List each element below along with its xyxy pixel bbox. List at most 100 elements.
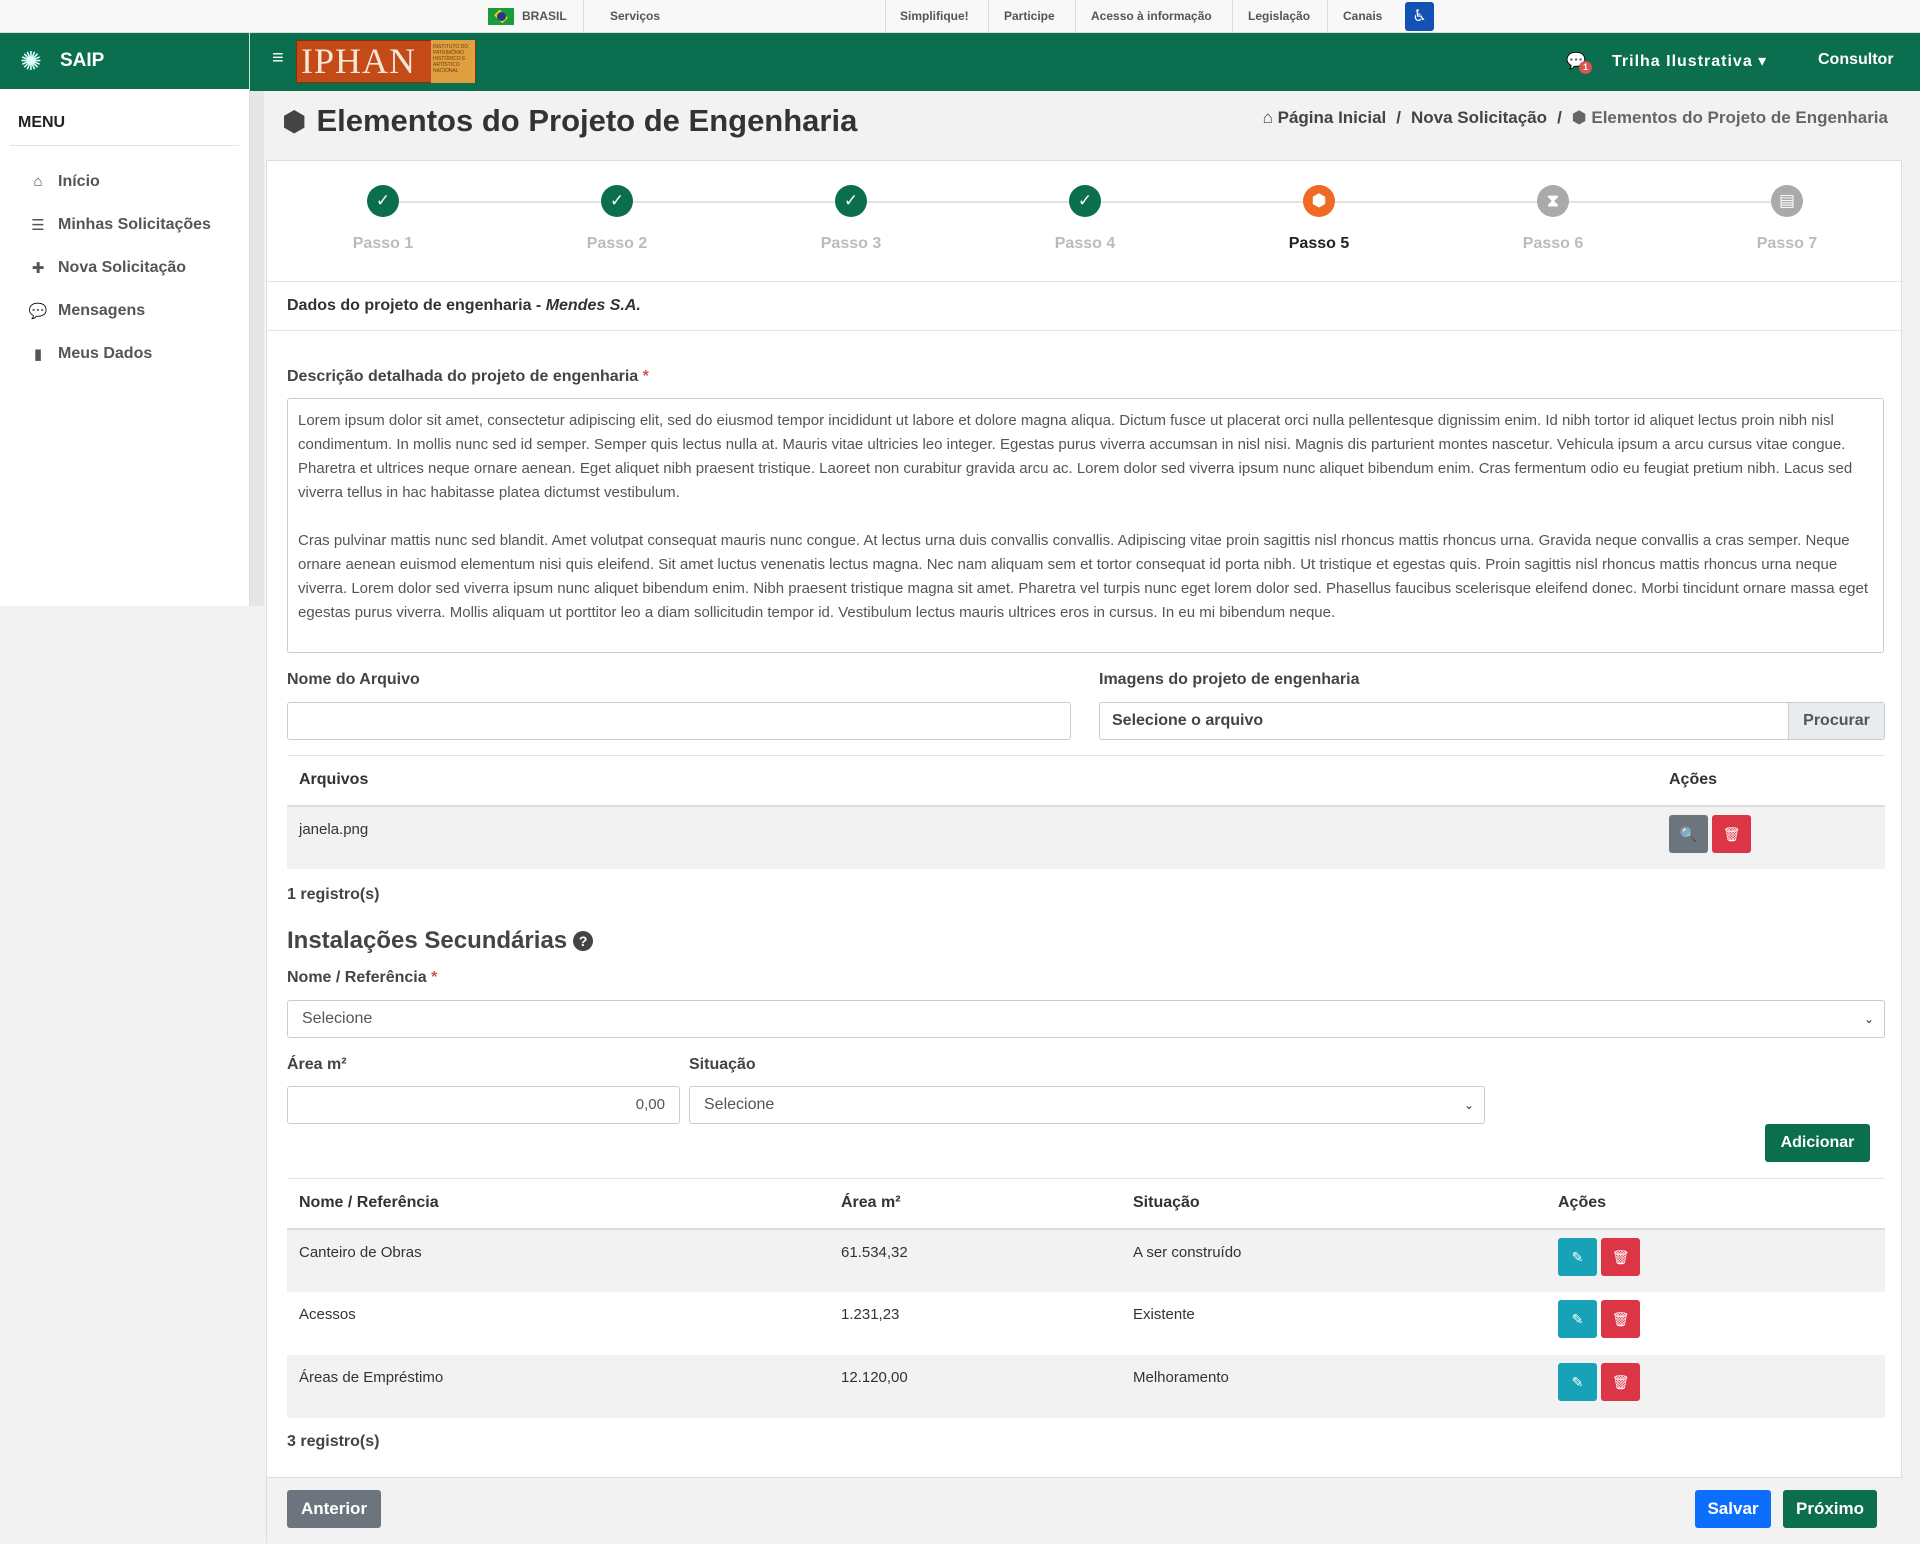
accessibility-icon[interactable]: ♿ bbox=[1405, 2, 1434, 31]
edit-button[interactable]: ✎ bbox=[1558, 1237, 1597, 1276]
hourglass-icon: ⧗ bbox=[1537, 185, 1569, 217]
user-name: Trilha Ilustrativa bbox=[1612, 53, 1753, 70]
table-row: Canteiro de Obras 61.534,32 A ser constr… bbox=[287, 1228, 1885, 1292]
edit-button[interactable]: ✎ bbox=[1558, 1362, 1597, 1401]
chevron-down-icon: ⌄ bbox=[1863, 1012, 1874, 1026]
status-select[interactable]: Selecione ⌄ bbox=[689, 1086, 1485, 1124]
trash-icon: 🗑 bbox=[1611, 1310, 1630, 1327]
edit-icon: ✎ bbox=[1571, 1310, 1584, 1327]
gov-services-link[interactable]: Serviços bbox=[610, 9, 660, 23]
breadcrumb-home[interactable]: ⌂ Página Inicial bbox=[1263, 108, 1387, 128]
cubes-icon: ⬢ bbox=[282, 105, 307, 137]
step-2[interactable]: ✓ Passo 2 bbox=[557, 185, 677, 253]
step-1[interactable]: ✓ Passo 1 bbox=[323, 185, 443, 253]
plus-icon: ✚ bbox=[31, 259, 45, 277]
step-4[interactable]: ✓ Passo 4 bbox=[1025, 185, 1145, 253]
step-7[interactable]: ▤ Passo 7 bbox=[1727, 185, 1847, 253]
hamburger-menu-icon[interactable]: ≡ bbox=[272, 47, 284, 70]
area-input[interactable]: 0,00 bbox=[287, 1086, 680, 1124]
gov-link-canais[interactable]: Canais bbox=[1343, 9, 1382, 23]
gov-link-acesso[interactable]: Acesso à informação bbox=[1091, 9, 1212, 23]
sidebar-scrollbar[interactable] bbox=[250, 90, 264, 606]
iphan-logo-text: IPHAN bbox=[301, 41, 417, 81]
check-icon: ✓ bbox=[601, 185, 633, 217]
breadcrumb-current: ⬢ Elementos do Projeto de Engenharia bbox=[1571, 108, 1888, 127]
edit-icon: ✎ bbox=[1571, 1248, 1584, 1265]
delete-file-button[interactable]: 🗑 bbox=[1712, 814, 1752, 853]
iphan-logo[interactable]: IPHAN INSTITUTO DO PATRIMÔNIO HISTÓRICO … bbox=[296, 40, 476, 83]
breadcrumb: ⌂ Página Inicial / Nova Solicitação / ⬢ … bbox=[1262, 108, 1888, 128]
col-acoes: Ações bbox=[1657, 755, 1885, 807]
file-name-label: Nome do Arquivo bbox=[287, 671, 420, 688]
name-reference-select[interactable]: Selecione ⌄ bbox=[287, 1000, 1885, 1038]
file-icon: ▮ bbox=[33, 345, 43, 363]
installations-count: 3 registro(s) bbox=[287, 1433, 380, 1450]
next-button[interactable]: Próximo bbox=[1783, 1490, 1877, 1528]
brazil-flag-icon bbox=[488, 8, 514, 25]
sidebar-item-label: Mensagens bbox=[58, 301, 146, 319]
name-reference-label: Nome / Referência * bbox=[287, 969, 438, 986]
messages-notification[interactable]: 💬 1 bbox=[1566, 51, 1592, 74]
step-6[interactable]: ⧗ Passo 6 bbox=[1493, 185, 1613, 253]
delete-button[interactable]: 🗑 bbox=[1601, 1237, 1641, 1276]
status-label: Situação bbox=[689, 1056, 756, 1073]
sidebar-item-meus-dados[interactable]: ▮ Meus Dados bbox=[0, 332, 249, 375]
previous-button[interactable]: Anterior bbox=[287, 1490, 381, 1528]
view-file-button[interactable]: 🔍 bbox=[1669, 814, 1708, 853]
section-header: Dados do projeto de engenharia - Mendes … bbox=[267, 281, 1903, 331]
gov-link-simplifique[interactable]: Simplifique! bbox=[900, 9, 969, 23]
col-area: Área m² bbox=[829, 1178, 1121, 1230]
notification-badge: 1 bbox=[1579, 61, 1592, 74]
gov-bar: BRASIL Serviços Simplifique! Participe A… bbox=[0, 0, 1920, 33]
sidebar-item-minhas-solicitacoes[interactable]: ☰ Minhas Solicitações bbox=[0, 203, 249, 246]
home-icon: ⌂ bbox=[33, 173, 43, 190]
sidebar-item-nova-solicitacao[interactable]: ✚ Nova Solicitação bbox=[0, 246, 249, 289]
sidebar-item-label: Meus Dados bbox=[58, 344, 153, 362]
trash-icon: 🗑 bbox=[1722, 825, 1741, 842]
gov-link-legislacao[interactable]: Legislação bbox=[1248, 9, 1310, 23]
edit-icon: ✎ bbox=[1571, 1373, 1584, 1390]
save-button[interactable]: Salvar bbox=[1695, 1490, 1771, 1528]
delete-button[interactable]: 🗑 bbox=[1601, 1362, 1641, 1401]
files-table: Arquivos Ações janela.png 🔍 🗑 bbox=[287, 755, 1885, 869]
add-button[interactable]: Adicionar bbox=[1765, 1124, 1870, 1162]
file-picker-text: Selecione o arquivo bbox=[1112, 712, 1264, 729]
col-nome: Nome / Referência bbox=[287, 1178, 829, 1230]
table-row: Áreas de Empréstimo 12.120,00 Melhoramen… bbox=[287, 1354, 1885, 1418]
step-5[interactable]: ⬢ Passo 5 bbox=[1259, 185, 1379, 253]
edit-button[interactable]: ✎ bbox=[1558, 1299, 1597, 1338]
sidebar-item-inicio[interactable]: ⌂ Início bbox=[0, 160, 249, 203]
user-role: Consultor bbox=[1818, 51, 1894, 68]
description-textarea[interactable]: Lorem ipsum dolor sit amet, consectetur … bbox=[287, 398, 1884, 653]
files-count: 1 registro(s) bbox=[287, 886, 380, 903]
breadcrumb-nova-solicitacao[interactable]: Nova Solicitação bbox=[1411, 108, 1547, 128]
comments-icon: 💬 bbox=[28, 302, 48, 320]
browse-button[interactable]: Procurar bbox=[1788, 703, 1884, 739]
trash-icon: 🗑 bbox=[1611, 1248, 1630, 1265]
file-picker[interactable]: Selecione o arquivo Procurar bbox=[1099, 702, 1885, 740]
sidebar-item-label: Nova Solicitação bbox=[58, 258, 187, 276]
col-situacao: Situação bbox=[1121, 1178, 1546, 1230]
gov-brasil-link[interactable]: BRASIL bbox=[522, 9, 567, 23]
cubes-icon: ⬢ bbox=[1571, 108, 1587, 127]
user-menu[interactable]: Trilha Ilustrativa ▾ bbox=[1612, 51, 1767, 71]
delete-button[interactable]: 🗑 bbox=[1601, 1299, 1641, 1338]
step-3[interactable]: ✓ Passo 3 bbox=[791, 185, 911, 253]
chevron-down-icon: ⌄ bbox=[1463, 1098, 1474, 1112]
top-navbar: ≡ IPHAN INSTITUTO DO PATRIMÔNIO HISTÓRIC… bbox=[250, 33, 1920, 91]
installations-title: Instalações Secundárias ? bbox=[287, 927, 594, 955]
home-icon: ⌂ bbox=[1262, 108, 1273, 127]
cubes-icon: ⬢ bbox=[1303, 185, 1335, 217]
sidebar-brand[interactable]: ✺ SAIP bbox=[0, 33, 249, 89]
gov-link-participe[interactable]: Participe bbox=[1004, 9, 1055, 23]
installations-table: Nome / Referência Área m² Situação Ações… bbox=[287, 1178, 1885, 1418]
sidebar-item-mensagens[interactable]: 💬 Mensagens bbox=[0, 289, 249, 332]
area-label: Área m² bbox=[287, 1056, 347, 1073]
iphan-logo-subtitle: INSTITUTO DO PATRIMÔNIO HISTÓRICO E ARTÍ… bbox=[431, 40, 475, 83]
file-name-input[interactable] bbox=[287, 702, 1071, 740]
company-name: Mendes S.A. bbox=[545, 297, 641, 314]
help-icon[interactable]: ? bbox=[573, 931, 594, 951]
check-icon: ✓ bbox=[367, 185, 399, 217]
wizard-steps: ✓ Passo 1 ✓ Passo 2 ✓ Passo 3 ✓ Passo 4 ⬢ Pas… bbox=[267, 161, 1903, 281]
caret-down-icon: ▾ bbox=[1758, 53, 1768, 70]
